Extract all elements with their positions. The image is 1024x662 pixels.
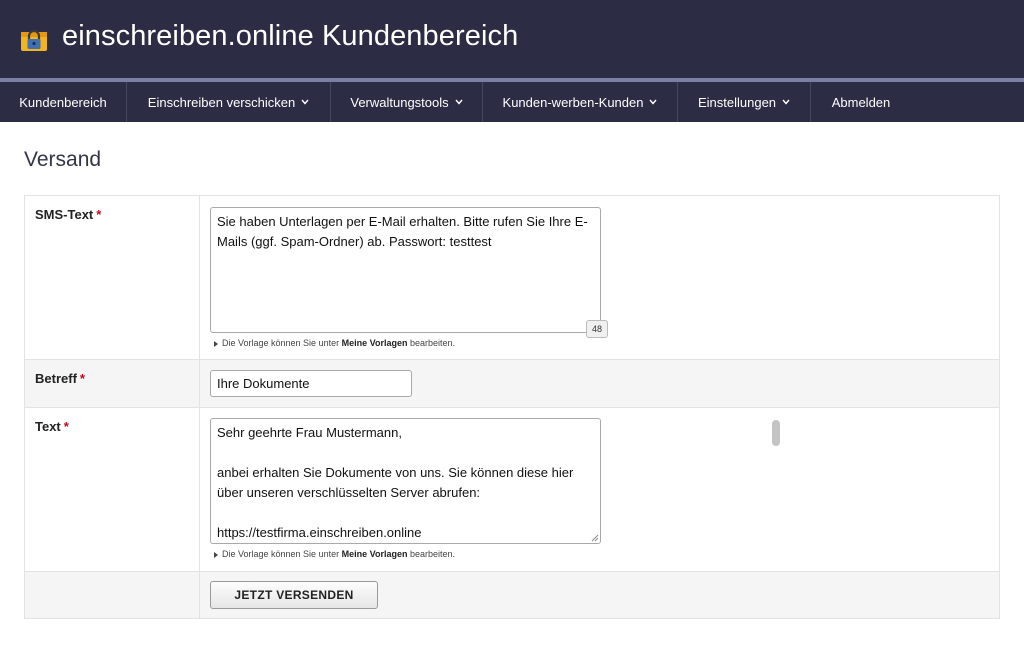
top-header: einschreiben.online Kundenbereich (0, 0, 1024, 78)
field-label: SMS-Text * (35, 207, 101, 222)
message-text-textarea[interactable]: Sehr geehrte Frau Mustermann, anbei erha… (210, 418, 601, 544)
padlock-icon (21, 29, 47, 51)
nav-item-abmelden[interactable]: Abmelden (811, 82, 911, 122)
nav-item-label: Kunden-werben-Kunden (502, 94, 644, 110)
betreff-input[interactable] (210, 370, 412, 397)
caret-right-icon (214, 340, 218, 347)
required-marker: * (63, 419, 69, 434)
required-marker: * (96, 207, 102, 222)
textarea-scrollbar[interactable] (772, 420, 780, 446)
betreff-label: Betreff (35, 371, 77, 386)
field-label: Betreff * (35, 371, 85, 386)
form-row-text: Text * Sehr geehrte Frau Mustermann, anbe… (25, 408, 999, 572)
label-cell (25, 572, 200, 618)
nav-item-label: Verwaltungstools (350, 94, 449, 110)
sms-text-label: SMS-Text (35, 207, 94, 222)
meine-vorlagen-link[interactable]: Meine Vorlagen (342, 338, 408, 348)
sms-text-textarea[interactable]: Sie haben Unterlagen per E-Mail erhalten… (210, 207, 601, 333)
hint-prefix: Die Vorlage können Sie unter (222, 338, 340, 348)
chevron-down-icon (301, 99, 309, 105)
template-hint: Die Vorlage können Sie unter Meine Vorla… (214, 338, 455, 348)
nav-item-label: Kundenbereich (19, 94, 107, 110)
nav-item-einstellungen[interactable]: Einstellungen (678, 82, 811, 122)
page-title: Versand (24, 148, 102, 171)
nav-item-label: Abmelden (831, 94, 891, 110)
form-row-submit: JETZT VERSENDEN (25, 572, 999, 618)
field-label: Text * (35, 419, 69, 434)
character-counter: 48 (586, 320, 608, 338)
hint-suffix: bearbeiten. (409, 549, 456, 559)
nav-item-label: Einschreiben verschicken (147, 94, 296, 110)
form-row-betreff: Betreff * (25, 360, 999, 408)
text-label: Text (35, 419, 61, 434)
nav-item-einschreiben-verschicken[interactable]: Einschreiben verschicken (127, 82, 331, 122)
chevron-down-icon (782, 99, 790, 105)
meine-vorlagen-link[interactable]: Meine Vorlagen (342, 549, 408, 559)
caret-right-icon (214, 551, 218, 558)
nav-item-kunden-werben-kunden[interactable]: Kunden-werben-Kunden (483, 82, 678, 122)
nav-item-kundenbereich[interactable]: Kundenbereich (0, 82, 127, 122)
template-hint: Die Vorlage können Sie unter Meine Vorla… (214, 549, 455, 559)
hint-suffix: bearbeiten. (409, 338, 456, 348)
nav-item-verwaltungstools[interactable]: Verwaltungstools (331, 82, 483, 122)
label-cell: SMS-Text * (25, 196, 200, 359)
app-title: einschreiben.online Kundenbereich (62, 20, 519, 52)
chevron-down-icon (455, 99, 463, 105)
label-cell: Text * (25, 408, 200, 571)
jetzt-versenden-button[interactable]: JETZT VERSENDEN (210, 581, 378, 609)
required-marker: * (79, 371, 85, 386)
send-form: SMS-Text * Sie haben Unterlagen per E-Mai… (24, 195, 1000, 619)
label-cell: Betreff * (25, 360, 200, 407)
chevron-down-icon (649, 99, 658, 105)
hint-prefix: Die Vorlage können Sie unter (222, 549, 340, 559)
main-navigation: Kundenbereich Einschreiben verschicken V… (0, 82, 1024, 122)
nav-item-label: Einstellungen (697, 94, 777, 110)
form-row-sms-text: SMS-Text * Sie haben Unterlagen per E-Mai… (25, 196, 999, 360)
